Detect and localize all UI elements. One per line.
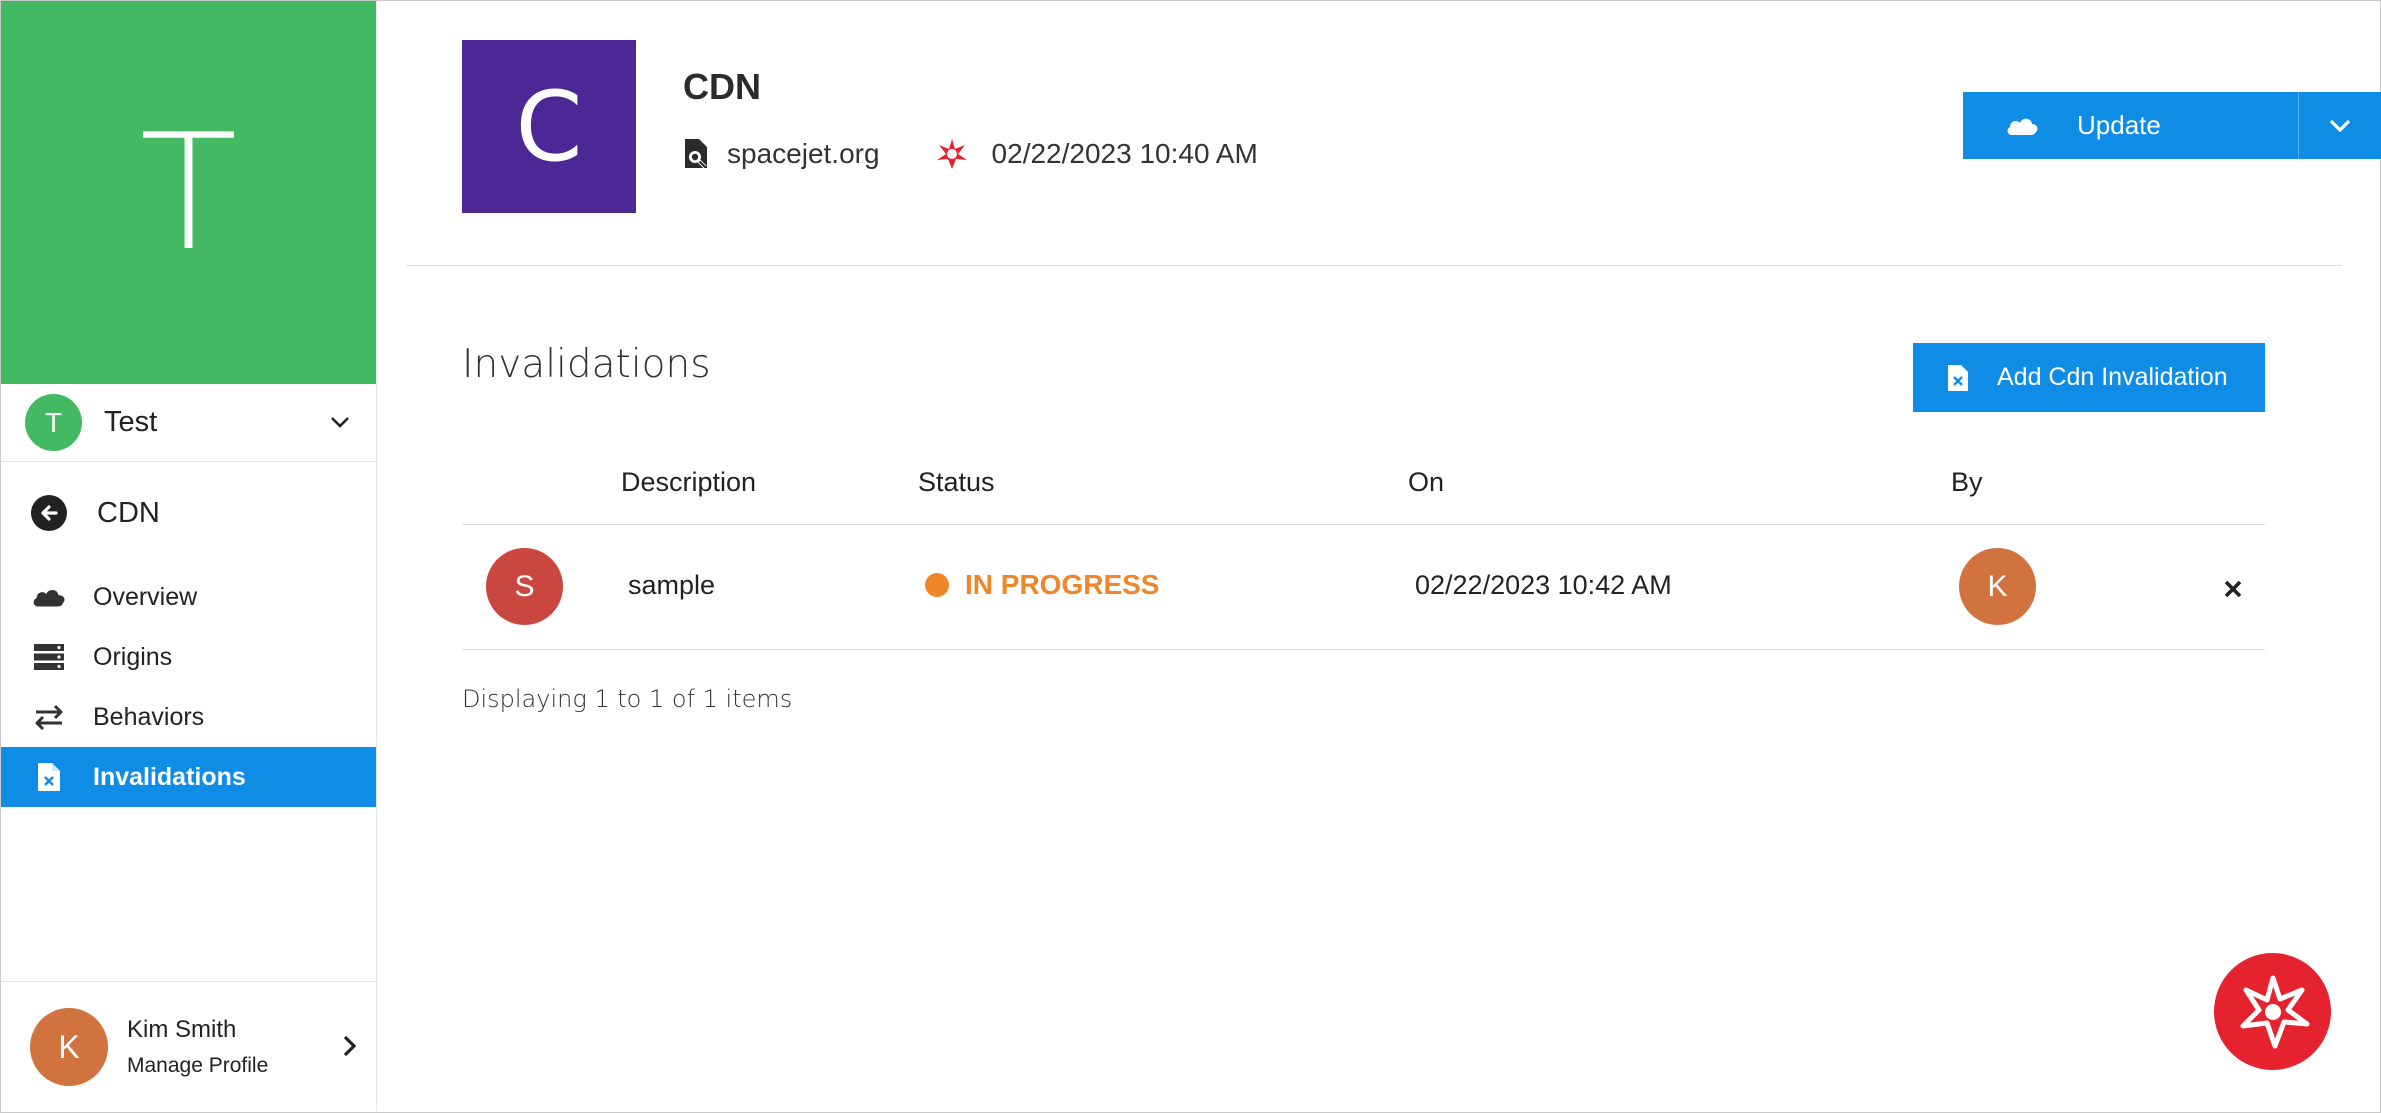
column-header-by: By — [1951, 467, 1983, 497]
sidebar-item-label: Behaviors — [93, 702, 205, 731]
sidebar-item-behaviors[interactable]: Behaviors — [1, 687, 376, 747]
pagination-info: Displaying 1 to 1 of 1 items — [462, 685, 793, 713]
status-badge: IN PROGRESS — [925, 569, 1159, 601]
app-meta: spacejet.org 02/22/2023 10:40 AM — [683, 138, 1258, 170]
sidebar-item-label: Overview — [93, 582, 198, 611]
workspace-name: Test — [104, 406, 158, 438]
back-arrow-icon — [31, 495, 67, 531]
file-x-icon — [31, 762, 67, 792]
workspace-avatar: T — [25, 394, 82, 451]
brand-star-icon — [2240, 975, 2309, 1048]
column-header-status: Status — [918, 467, 995, 497]
sidebar-item-label: Origins — [93, 642, 173, 671]
app-domain: spacejet.org — [727, 138, 880, 169]
manage-profile-label: Manage Profile — [127, 1054, 269, 1077]
profile-name: Kim Smith — [127, 1016, 237, 1043]
sidebar-item-invalidations[interactable]: Invalidations — [1, 747, 376, 807]
status-dot-icon — [925, 573, 949, 597]
update-dropdown-toggle[interactable] — [2299, 92, 2381, 159]
section-title: Invalidations — [462, 342, 711, 387]
cloud-icon — [2005, 116, 2039, 136]
header-divider — [406, 265, 2342, 266]
workspace-banner: T — [1, 1, 376, 384]
workspace-banner-letter: T — [139, 98, 238, 286]
column-header-on: On — [1408, 467, 1445, 497]
app-logo: C — [462, 40, 636, 213]
sidebar-item-label: Invalidations — [93, 762, 246, 791]
avatar: S — [486, 548, 563, 625]
update-button[interactable]: Update — [1963, 92, 2298, 159]
profile-text: Kim Smith Manage Profile — [127, 1016, 268, 1078]
brand-star-icon — [936, 138, 968, 170]
update-label: Update — [2077, 110, 2161, 140]
back-label: CDN — [97, 496, 160, 529]
chevron-down-icon — [331, 417, 349, 428]
arrows-exchange-icon — [31, 704, 67, 730]
page-title: CDN — [683, 66, 761, 107]
row-created-on: 02/22/2023 10:42 AM — [1415, 570, 1672, 600]
close-icon — [2224, 580, 2242, 598]
add-cdn-invalidation-button[interactable]: Add Cdn Invalidation — [1913, 343, 2265, 412]
status-label: IN PROGRESS — [965, 569, 1160, 600]
column-header-description: Description — [621, 467, 757, 497]
sidebar-item-origins[interactable]: Origins — [1, 627, 376, 687]
app-logo-letter: C — [515, 70, 583, 183]
server-icon — [31, 643, 67, 671]
manage-profile[interactable]: K Kim Smith Manage Profile — [1, 981, 376, 1112]
sidebar-item-overview[interactable]: Overview — [1, 567, 376, 627]
sidebar: T T Test CDN Overview Origins Behaviors … — [1, 1, 377, 1111]
chevron-down-icon — [2329, 119, 2351, 132]
file-x-icon — [1947, 364, 1969, 392]
avatar: K — [1959, 548, 2036, 625]
update-split-button: Update — [1963, 92, 2381, 159]
cloud-icon — [31, 586, 67, 608]
table-row-divider — [462, 649, 2265, 650]
app-timestamp: 02/22/2023 10:40 AM — [991, 138, 1258, 169]
table-header-divider — [462, 524, 2265, 525]
file-search-icon — [683, 138, 713, 170]
add-cdn-invalidation-label: Add Cdn Invalidation — [1997, 363, 2228, 391]
chevron-right-icon — [343, 1035, 357, 1057]
row-description: sample — [628, 570, 716, 600]
remove-invalidation-button[interactable] — [2218, 574, 2248, 604]
back-to-cdn-link[interactable]: CDN — [31, 495, 160, 531]
assistant-fab-button[interactable] — [2214, 953, 2331, 1070]
avatar: K — [30, 1008, 108, 1086]
workspace-selector[interactable]: T Test — [1, 384, 376, 462]
